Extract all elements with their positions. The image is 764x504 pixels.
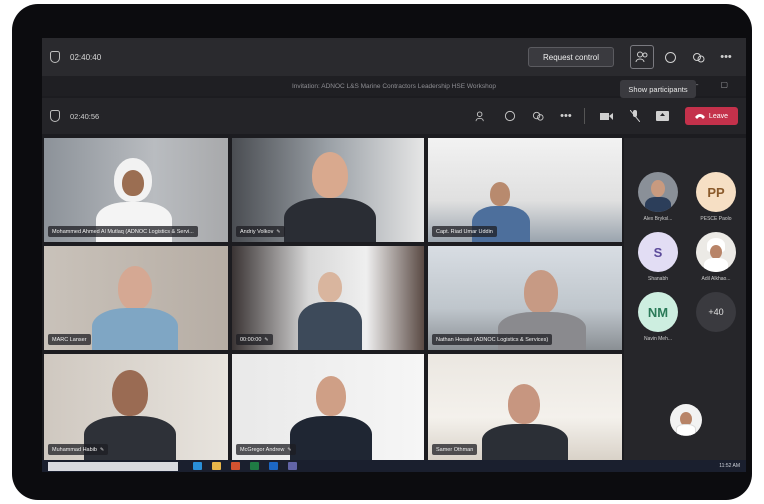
avatar: +40	[696, 292, 736, 332]
participants-icon[interactable]	[630, 45, 654, 69]
participant-name-tag: McGregor Andrew ✎	[236, 444, 296, 455]
participant-name: 00:00:00	[240, 336, 262, 343]
more-participants-button[interactable]: +40	[688, 292, 744, 332]
video-tile[interactable]: Andriy Volkov ✎	[232, 138, 424, 242]
participants-panel: Alex Bryksl... PP PESCE Paolo S Shanabh …	[624, 138, 746, 460]
avatar-initials: PP	[707, 184, 725, 200]
share-icon[interactable]	[651, 104, 675, 128]
participant-name: Nathan Hosain (ADNOC Logistics & Service…	[436, 336, 549, 343]
window-controls[interactable]: – ▢	[694, 80, 738, 89]
leave-button[interactable]: Leave	[684, 107, 738, 125]
video-tile[interactable]: McGregor Andrew ✎	[232, 354, 424, 460]
video-tile[interactable]: Capt. Riad Umar Uddin	[428, 138, 622, 242]
avatar	[670, 404, 702, 436]
phone-icon	[694, 114, 705, 119]
participants-icon[interactable]	[470, 104, 494, 128]
outer-timer: 02:40:40	[70, 52, 102, 62]
reactions-icon[interactable]	[526, 104, 550, 128]
participant-name-tag: Muhammad Habib ✎	[48, 444, 109, 455]
participant-name-tag: Samer Othman	[432, 444, 478, 455]
avatar	[696, 232, 736, 272]
participant-card[interactable]: PP PESCE Paolo	[688, 172, 744, 222]
chat-icon[interactable]	[498, 104, 522, 128]
avatar-initials: NM	[647, 304, 669, 320]
outlook-icon[interactable]	[269, 462, 278, 470]
meeting-title: Invitation: ADNOC L&S Marine Contractors…	[292, 82, 496, 90]
show-participants-tooltip: Show participants	[620, 80, 696, 98]
avatar: S	[638, 232, 678, 272]
participant-name-tag: Nathan Hosain (ADNOC Logistics & Service…	[432, 334, 553, 345]
edge-icon[interactable]	[193, 462, 202, 470]
taskbar-search[interactable]	[48, 461, 178, 471]
excel-icon[interactable]	[250, 462, 259, 470]
video-grid: Mohammed Ahmed Al Mutlaq (ADNOC Logistic…	[44, 138, 622, 460]
more-icon[interactable]: •••	[714, 45, 738, 69]
participant-card[interactable]: NM Navin Meh...	[630, 292, 686, 342]
participant-card[interactable]: S Shanabh	[630, 232, 686, 282]
mic-icon: ✎	[287, 446, 292, 453]
teams-icon[interactable]	[288, 462, 297, 470]
participant-name: MARC Lanser	[52, 336, 87, 343]
video-tile[interactable]: Nathan Hosain (ADNOC Logistics & Service…	[428, 246, 622, 350]
shield-icon	[50, 51, 60, 63]
avatar	[638, 172, 678, 212]
video-tile[interactable]: Samer Othman	[428, 354, 622, 460]
folder-icon[interactable]	[212, 462, 221, 470]
shield-icon	[50, 110, 60, 122]
participant-label: Alex Bryksl...	[643, 216, 673, 222]
avatar: PP	[696, 172, 736, 212]
participant-name: Samer Othman	[436, 446, 474, 453]
video-tile[interactable]: MARC Lanser	[44, 246, 228, 350]
participant-name: Capt. Riad Umar Uddin	[436, 228, 493, 235]
chat-icon[interactable]	[658, 45, 682, 69]
mic-icon: ✎	[264, 336, 269, 343]
taskbar-clock: 11:52 AM	[719, 463, 740, 469]
video-tile[interactable]: Muhammad Habib ✎	[44, 354, 228, 460]
leave-label: Leave	[708, 112, 728, 120]
mic-icon: ✎	[99, 446, 105, 453]
video-tile[interactable]: 00:00:00 ✎	[232, 246, 424, 350]
powerpoint-icon[interactable]	[231, 462, 240, 470]
mic-off-icon[interactable]	[623, 104, 647, 128]
self-view[interactable]	[658, 404, 714, 436]
more-icon[interactable]: •••	[554, 104, 578, 128]
device-frame: 02:40:40 Request control ••• Invitation:…	[12, 4, 752, 500]
participant-name: McGregor Andrew	[240, 446, 285, 453]
participant-name-tag: Mohammed Ahmed Al Mutlaq (ADNOC Logistic…	[48, 226, 198, 237]
inner-meeting-bar: 02:40:56 ••• Leave	[42, 98, 746, 134]
participant-name-tag: Capt. Riad Umar Uddin	[432, 226, 497, 237]
participant-name-tag: MARC Lanser	[48, 334, 91, 345]
request-control-button[interactable]: Request control	[527, 47, 614, 67]
participant-name: Muhammad Habib	[52, 446, 97, 453]
avatar: NM	[638, 292, 678, 332]
participant-card[interactable]: Alex Bryksl...	[630, 172, 686, 222]
participant-card[interactable]: Adil Alkhao...	[688, 232, 744, 282]
overflow-count: +40	[708, 307, 724, 317]
participant-label: Navin Meh...	[643, 336, 673, 342]
inner-timer: 02:40:56	[70, 111, 100, 121]
participant-label: PESCE Paolo	[700, 216, 732, 222]
camera-icon[interactable]	[595, 104, 619, 128]
outer-meeting-bar: 02:40:40 Request control •••	[42, 38, 746, 76]
participant-label: Adil Alkhao...	[701, 276, 731, 282]
screen: 02:40:40 Request control ••• Invitation:…	[42, 38, 746, 472]
participant-label: Shanabh	[647, 276, 669, 282]
participant-name-tag: 00:00:00 ✎	[236, 334, 273, 345]
avatar-initials: S	[653, 244, 663, 260]
participant-name: Andriy Volkov	[240, 228, 274, 235]
windows-taskbar: 11:52 AM	[42, 460, 746, 472]
reactions-icon[interactable]	[686, 45, 710, 69]
toolbar-divider	[583, 108, 585, 124]
participant-name-tag: Andriy Volkov ✎	[236, 226, 285, 237]
mic-icon: ✎	[276, 228, 281, 235]
participant-name: Mohammed Ahmed Al Mutlaq (ADNOC Logistic…	[52, 228, 194, 235]
video-tile[interactable]: Mohammed Ahmed Al Mutlaq (ADNOC Logistic…	[44, 138, 228, 242]
